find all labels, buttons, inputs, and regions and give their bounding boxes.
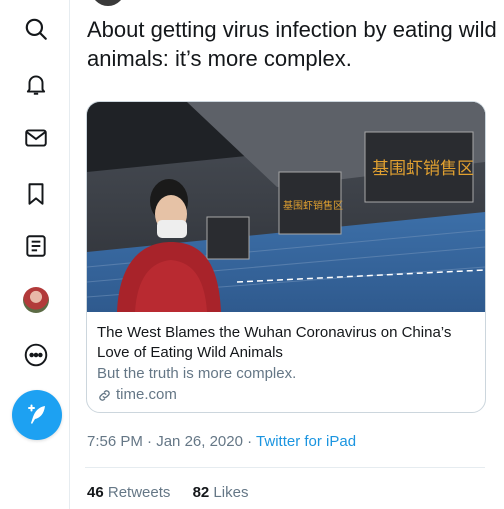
divider (85, 467, 485, 468)
retweets-label: Retweets (107, 484, 171, 501)
tweet-time[interactable]: 7:56 PM (87, 433, 143, 450)
bookmark-icon[interactable] (22, 180, 50, 208)
tweet-date[interactable]: Jan 26, 2020 (156, 433, 243, 450)
compose-tweet-button[interactable] (12, 390, 62, 440)
card-description: But the truth is more complex. (97, 365, 297, 382)
tweet-text: About getting virus infection by eating … (87, 17, 497, 71)
link-card[interactable]: 基围虾销售区 基围虾销售区 The West Blames the Wuhan … (86, 101, 486, 413)
tweet-stats: 46 Retweets 82 Likes (87, 484, 266, 501)
meta-separator: · (147, 433, 153, 450)
tweet-meta: 7:56 PM · Jan 26, 2020 · Twitter for iPa… (87, 433, 356, 450)
retweets-count: 46 (87, 484, 104, 501)
market-sign-right: 基围虾销售区 (372, 159, 474, 179)
author-avatar[interactable] (91, 0, 125, 6)
card-domain-text: time.com (116, 386, 177, 403)
card-title: The West Blames the Wuhan Coronavirus on… (97, 324, 452, 361)
mail-icon[interactable] (22, 124, 50, 152)
bell-icon[interactable] (22, 70, 50, 98)
card-domain: time.com (97, 385, 473, 405)
market-sign-left: 基围虾销售区 (283, 199, 343, 212)
search-icon[interactable] (22, 15, 50, 43)
tweet-detail: About getting virus infection by eating … (71, 0, 504, 509)
retweets-stat[interactable]: 46 Retweets (87, 484, 170, 501)
avatar[interactable] (23, 287, 49, 313)
list-icon[interactable] (22, 232, 50, 260)
more-icon[interactable] (22, 341, 50, 369)
likes-stat[interactable]: 82 Likes (193, 484, 249, 501)
feather-plus-icon (28, 404, 45, 424)
likes-label: Likes (213, 484, 249, 501)
link-icon (99, 389, 110, 401)
likes-count: 82 (192, 484, 210, 501)
meta-separator: · (247, 433, 253, 450)
card-image: 基围虾销售区 基围虾销售区 (87, 102, 485, 312)
tweet-source-link[interactable]: Twitter for iPad (256, 433, 356, 450)
sidebar (0, 0, 70, 509)
